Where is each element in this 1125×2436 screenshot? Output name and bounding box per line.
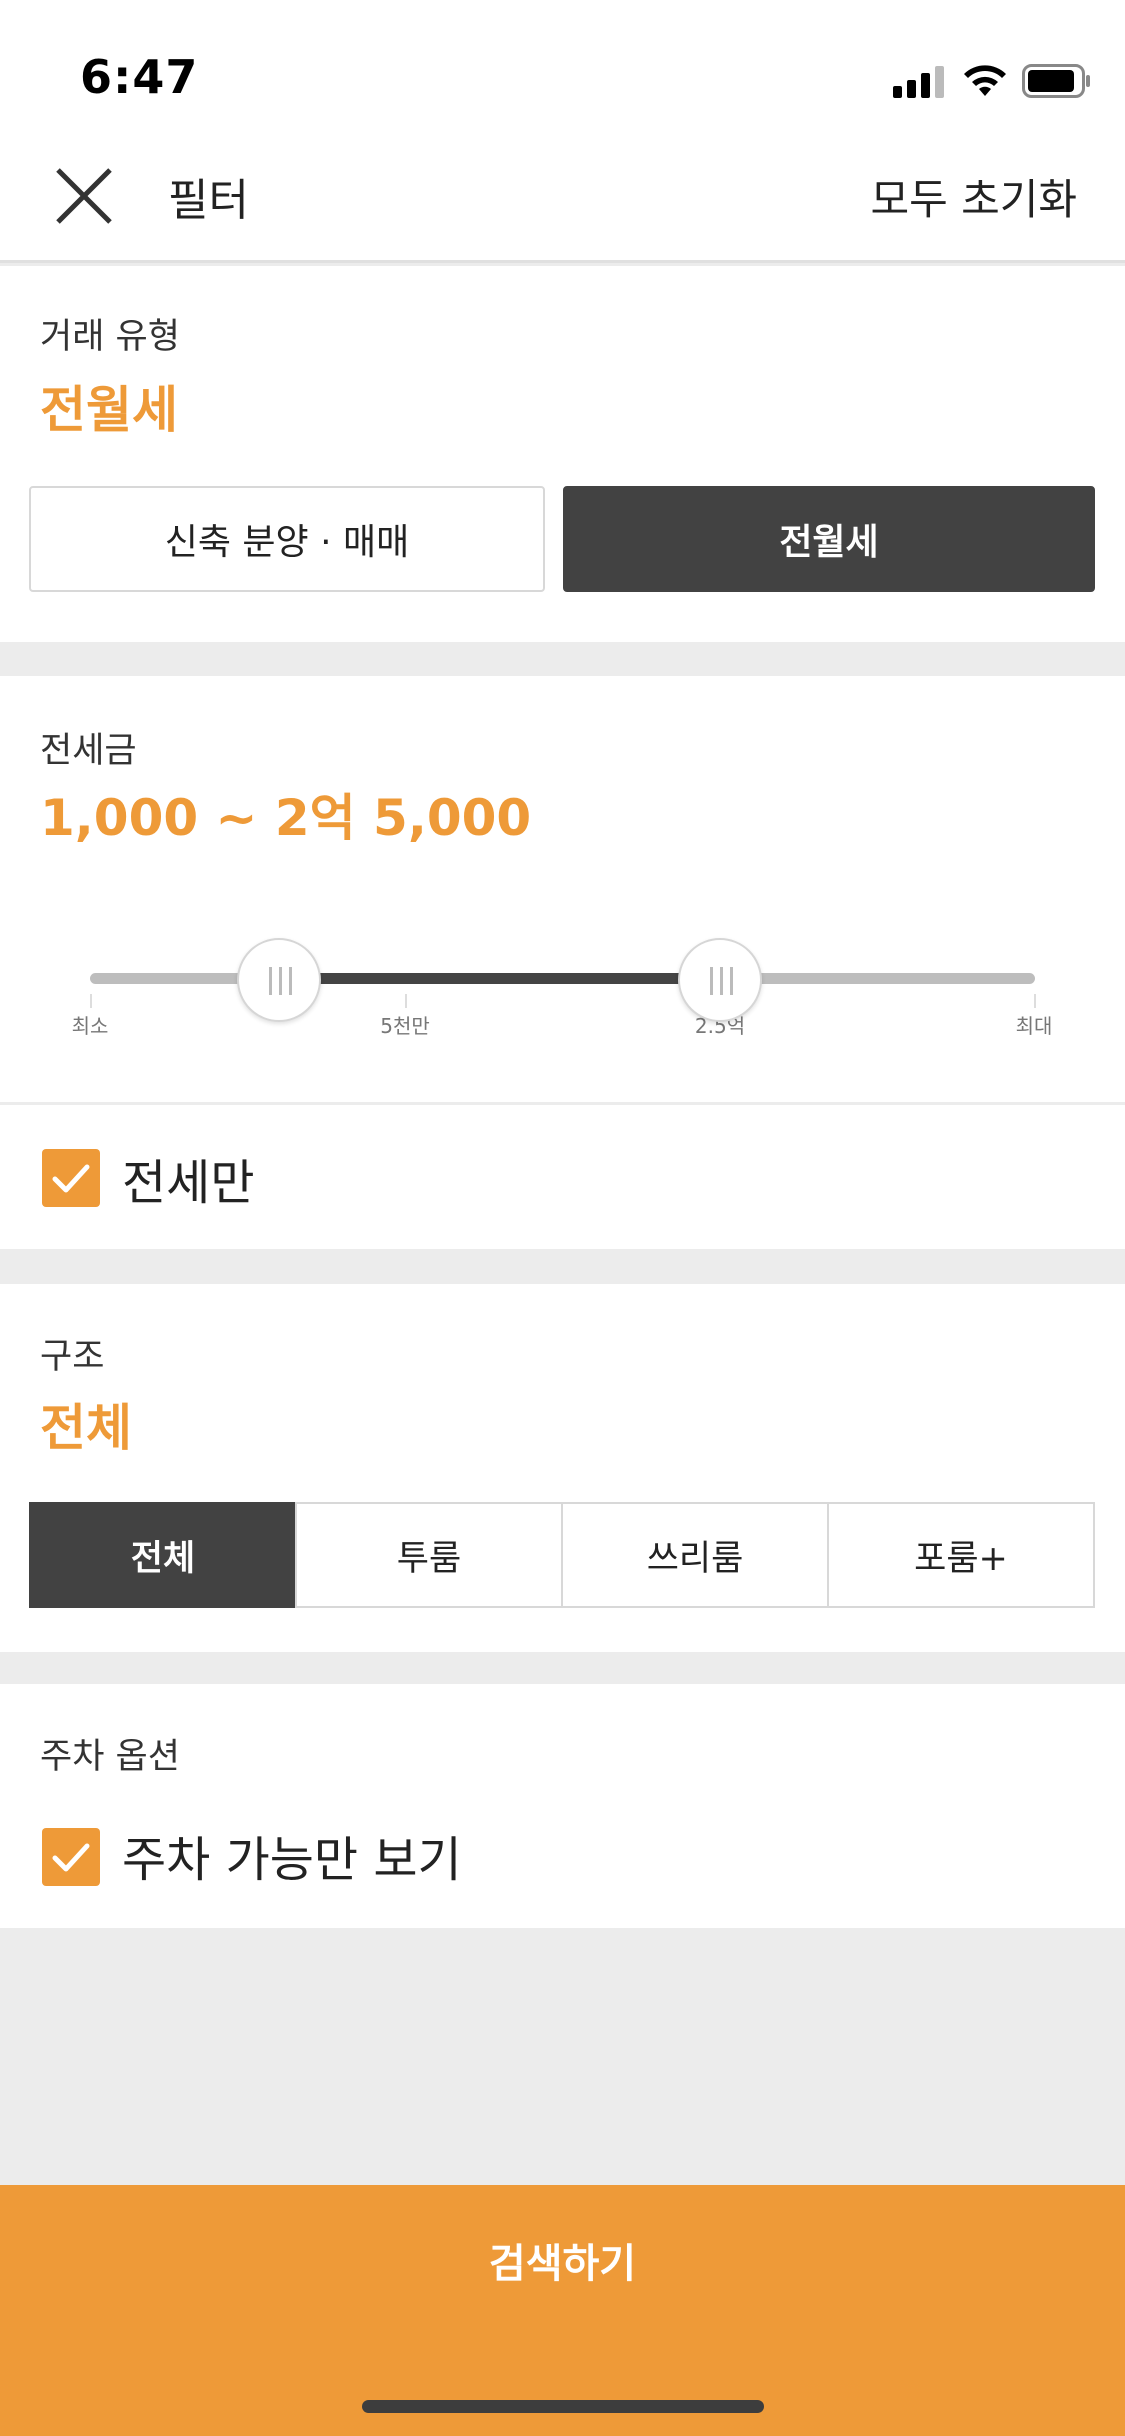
filter-screen: 6:47 필터 모두 초기화 거래 유형 전월세 신축 분양 · 매매 전월세 … <box>0 0 1125 2436</box>
structure-option-three-room[interactable]: 쓰리룸 <box>561 1502 829 1608</box>
home-indicator <box>362 2400 764 2413</box>
slider-tick <box>405 994 407 1008</box>
jeonse-only-checkbox[interactable] <box>42 1149 100 1207</box>
reset-all-button[interactable]: 모두 초기화 <box>870 166 1077 227</box>
search-bar: 검색하기 <box>0 2185 1125 2436</box>
slider-tick-label-min: 최소 <box>71 1014 109 1038</box>
slider-tick <box>90 994 92 1008</box>
structure-label: 구조 <box>40 1337 105 1377</box>
header: 필터 모두 초기화 <box>0 150 1125 263</box>
structure-option-four-room-plus[interactable]: 포룸+ <box>827 1502 1095 1608</box>
deposit-max-handle[interactable] <box>678 938 763 1022</box>
slider-tick-label-50m: 5천만 <box>380 1014 430 1038</box>
slider-tick-label-max: 최대 <box>1015 1014 1053 1038</box>
close-icon[interactable] <box>52 164 116 228</box>
checkmark-icon <box>52 1843 90 1872</box>
parking-section: 주차 옵션 주차 가능만 보기 <box>0 1684 1125 1928</box>
deal-type-option-rent[interactable]: 전월세 <box>563 486 1095 592</box>
structure-option-two-room[interactable]: 투룸 <box>295 1502 563 1608</box>
wifi-icon <box>964 65 1006 96</box>
status-bar: 6:47 <box>0 0 1125 150</box>
structure-option-all[interactable]: 전체 <box>29 1502 297 1608</box>
deal-type-option-sale[interactable]: 신축 분양 · 매매 <box>29 486 545 592</box>
deal-type-selected-value: 전월세 <box>40 381 178 439</box>
deposit-label: 전세금 <box>40 731 137 771</box>
slider-tick <box>1034 994 1036 1008</box>
battery-icon <box>1022 64 1090 98</box>
status-time: 6:47 <box>80 50 199 104</box>
deal-type-section: 거래 유형 전월세 신축 분양 · 매매 전월세 <box>0 266 1125 642</box>
deposit-section: 전세금 1,000 ~ 2억 5,000 최소 5천만 2.5억 최대 <box>0 676 1125 1102</box>
deposit-slider-fill <box>279 973 721 984</box>
checkmark-icon <box>52 1164 90 1193</box>
parking-only-checkbox[interactable] <box>42 1828 100 1886</box>
structure-section: 구조 전체 전체 투룸 쓰리룸 포룸+ <box>0 1284 1125 1652</box>
parking-only-label[interactable]: 주차 가능만 보기 <box>122 1820 462 1890</box>
deposit-min-handle[interactable] <box>237 938 321 1022</box>
parking-label: 주차 옵션 <box>40 1737 180 1777</box>
page-title: 필터 <box>168 175 249 226</box>
search-button[interactable]: 검색하기 <box>0 2185 1125 2335</box>
deposit-range-value: 1,000 ~ 2억 5,000 <box>40 789 532 847</box>
jeonse-only-section: 전세만 <box>0 1105 1125 1249</box>
jeonse-only-label[interactable]: 전세만 <box>122 1143 254 1213</box>
deal-type-label: 거래 유형 <box>40 317 180 357</box>
cellular-signal-icon <box>893 64 945 98</box>
structure-selected-value: 전체 <box>40 1399 132 1457</box>
